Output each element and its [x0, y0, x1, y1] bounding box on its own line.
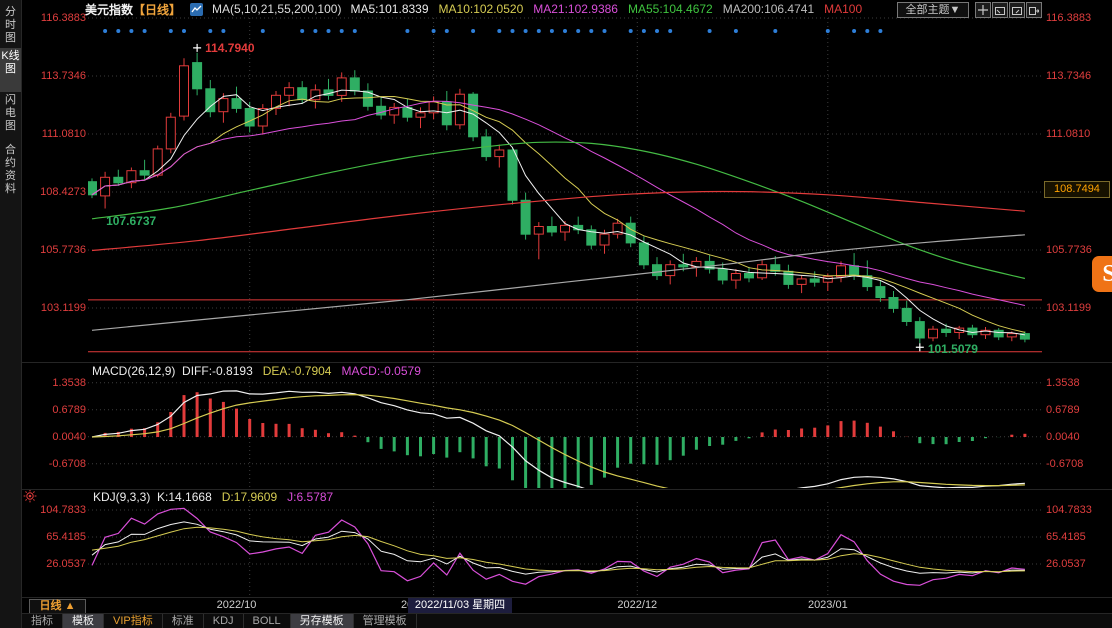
tab-3[interactable]: VIP指标	[104, 614, 163, 628]
layout-icon-1[interactable]	[992, 2, 1008, 18]
kdj-j-value: J:6.5787	[287, 490, 333, 504]
price-annotation: 114.7940	[205, 41, 254, 55]
panel-separator	[22, 597, 1112, 598]
ma-params-label: MA(5,10,21,55,200,100)	[212, 2, 341, 16]
app-window: 分时图K线图闪电图合约资料 美元指数【日线】 MA(5,10,21,55,200…	[0, 0, 1112, 628]
kdj-d-value: D:17.9609	[222, 490, 277, 504]
axis-tick: 104.7833	[26, 504, 86, 516]
chart-header: 美元指数【日线】 MA(5,10,21,55,200,100) MA5:101.…	[85, 1, 862, 17]
axis-tick: -0.6708	[1046, 458, 1083, 470]
tab-2[interactable]: 模板	[63, 614, 104, 628]
ma-legend: MA5:101.8339 MA10:102.0520 MA21:102.9386 MA…	[350, 2, 862, 16]
axis-tick: 103.1199	[26, 302, 86, 314]
axis-tick: 111.0810	[26, 128, 86, 140]
period-tag: 【日线】	[133, 3, 181, 17]
crosshair-date-box: 2022/11/03 星期四	[408, 598, 512, 613]
axis-tick: 111.0810	[1046, 128, 1090, 140]
price-annotation: 107.6737	[106, 214, 156, 228]
sidebar-item-1[interactable]: 分时图	[0, 4, 21, 48]
axis-tick: 65.4185	[26, 531, 86, 543]
main-chart-plot[interactable]	[88, 18, 1042, 362]
macd-params: MACD(26,12,9)	[92, 364, 175, 378]
axis-tick: 0.0040	[1046, 431, 1080, 443]
ma-legend-item-2: MA10:102.0520	[439, 2, 524, 16]
layout-icon-2[interactable]	[1009, 2, 1025, 18]
axis-tick: 103.1199	[1046, 302, 1091, 314]
ma-legend-item-6: MA100	[824, 2, 862, 16]
axis-tick: 26.0537	[1046, 558, 1086, 570]
kdj-header: KDJ(9,3,3) K:14.1668 D:17.9609 J:6.5787	[93, 490, 333, 504]
price-tag: 108.7494	[1044, 181, 1110, 198]
layout-icon-3[interactable]	[1026, 2, 1042, 18]
axis-tick: 65.4185	[1046, 531, 1086, 543]
period-label: 日线	[40, 600, 62, 612]
tab-7[interactable]: 另存模板	[291, 614, 354, 628]
symbol-name: 美元指数	[85, 3, 133, 17]
tab-4[interactable]: 标准	[163, 614, 204, 628]
axis-tick: 105.7736	[26, 244, 86, 256]
sidebar-item-3[interactable]: 闪电图	[0, 92, 21, 136]
axis-tick: 1.3538	[1046, 377, 1080, 389]
time-axis-month: 2023/01	[808, 599, 848, 611]
kdj-plot[interactable]	[88, 502, 1042, 596]
floating-s-badge[interactable]: S	[1092, 256, 1112, 292]
period-arrow-icon: ▲	[65, 600, 76, 612]
tab-8[interactable]: 管理模板	[354, 614, 417, 628]
macd-plot[interactable]	[88, 366, 1042, 488]
tab-6[interactable]: BOLL	[244, 614, 291, 628]
bottom-tabbar: 指标模板VIP指标标准KDJBOLL另存模板管理模板	[22, 613, 1112, 628]
axis-tick: 0.0040	[26, 431, 86, 443]
macd-value: MACD:-0.0579	[342, 364, 421, 378]
price-annotation: 101.5079	[928, 342, 978, 356]
axis-tick: 108.4273	[26, 186, 86, 198]
symbol-title: 美元指数【日线】	[85, 1, 181, 18]
axis-tick: 0.6789	[1046, 404, 1080, 416]
axis-tick: 104.7833	[1046, 504, 1092, 516]
period-selector[interactable]: 日线 ▲	[29, 599, 86, 614]
sidebar-item-4[interactable]: 合约资料	[0, 142, 21, 200]
time-axis-month: 2022/12	[617, 599, 657, 611]
axis-tick: 1.3538	[26, 377, 86, 389]
axis-tick: 105.7736	[1046, 244, 1092, 256]
macd-dea-value: DEA:-0.7904	[263, 364, 332, 378]
kdj-params: KDJ(9,3,3)	[93, 490, 150, 504]
macd-header: MACD(26,12,9) DIFF:-0.8193 DEA:-0.7904 M…	[92, 364, 421, 378]
axis-tick: 26.0537	[26, 558, 86, 570]
ma-legend-item-3: MA21:102.9386	[533, 2, 618, 16]
tab-1[interactable]: 指标	[22, 614, 63, 628]
theme-dropdown[interactable]: 全部主题▼	[897, 2, 969, 18]
candlestick-chart-icon	[190, 3, 203, 16]
time-axis-month: 2022/10	[217, 599, 257, 611]
axis-tick: 113.7346	[26, 70, 86, 82]
sidebar-item-2[interactable]: K线图	[0, 48, 21, 92]
axis-tick: 113.7346	[1046, 70, 1091, 82]
axis-tick: 116.3883	[26, 12, 86, 24]
crosshair-icon[interactable]	[975, 2, 991, 18]
ma-legend-item-1: MA5:101.8339	[350, 2, 428, 16]
left-sidebar: 分时图K线图闪电图合约资料	[0, 0, 22, 628]
panel-separator	[22, 362, 1112, 363]
axis-tick: 116.3883	[1046, 12, 1091, 24]
axis-tick: -0.6708	[26, 458, 86, 470]
ma-legend-item-4: MA55:104.4672	[628, 2, 713, 16]
tab-5[interactable]: KDJ	[204, 614, 244, 628]
ma-legend-item-5: MA200:106.4741	[723, 2, 814, 16]
macd-diff-value: DIFF:-0.8193	[182, 364, 253, 378]
axis-tick: 0.6789	[26, 404, 86, 416]
kdj-k-value: K:14.1668	[157, 490, 212, 504]
